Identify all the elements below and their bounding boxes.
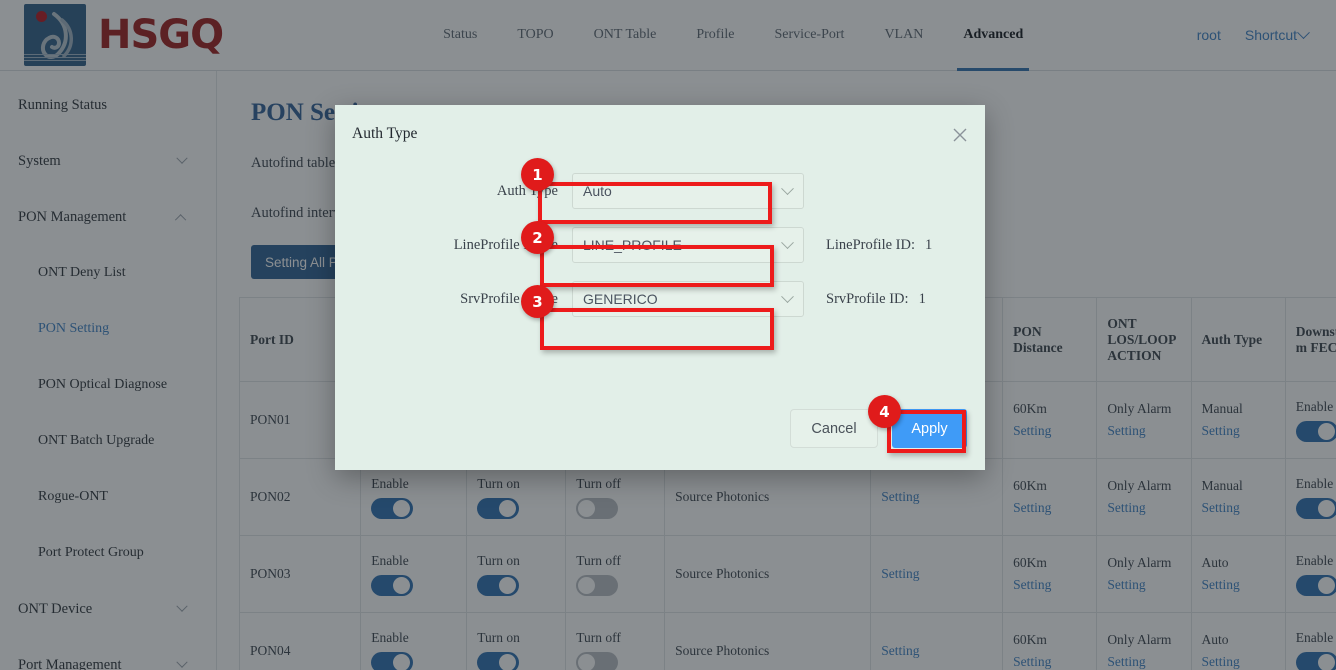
apply-button[interactable]: Apply bbox=[892, 409, 967, 448]
lineprofile-id-value: 1 bbox=[925, 237, 932, 253]
lineprofile-name-select[interactable]: LINE_PROFILE bbox=[572, 227, 804, 263]
close-icon[interactable] bbox=[949, 124, 971, 146]
srvprofile-selected-value: GENERICO bbox=[583, 291, 658, 307]
cancel-button[interactable]: Cancel bbox=[790, 409, 878, 448]
auth-type-selected-value: Auto bbox=[583, 183, 612, 199]
dialog-title: Auth Type bbox=[335, 105, 985, 143]
srvprofile-row: SrvProfile Name GENERICO SrvProfile ID:1 bbox=[335, 281, 985, 317]
srvprofile-id-label: SrvProfile ID: bbox=[826, 291, 909, 307]
annotation-badge-1: 1 bbox=[521, 158, 554, 191]
chevron-down-icon bbox=[781, 236, 794, 249]
lineprofile-id-note: LineProfile ID: 1 bbox=[826, 237, 932, 254]
srvprofile-name-select[interactable]: GENERICO bbox=[572, 281, 804, 317]
lineprofile-row: LineProfile Name LINE_PROFILE LineProfil… bbox=[335, 227, 985, 263]
lineprofile-selected-value: LINE_PROFILE bbox=[583, 237, 682, 253]
annotation-badge-3: 3 bbox=[521, 285, 554, 318]
chevron-down-icon bbox=[781, 290, 794, 303]
auth-type-row: Auth Type Auto bbox=[335, 173, 985, 209]
annotation-badge-2: 2 bbox=[521, 221, 554, 254]
annotation-badge-4: 4 bbox=[868, 395, 901, 428]
srvprofile-id-value: 1 bbox=[919, 291, 926, 307]
app-root: HSGQ Status TOPO ONT Table Profile Servi… bbox=[0, 0, 1336, 670]
chevron-down-icon bbox=[781, 182, 794, 195]
auth-type-select[interactable]: Auto bbox=[572, 173, 804, 209]
lineprofile-id-label: LineProfile ID: bbox=[826, 237, 915, 253]
srvprofile-id-note: SrvProfile ID: 1 bbox=[826, 291, 926, 308]
